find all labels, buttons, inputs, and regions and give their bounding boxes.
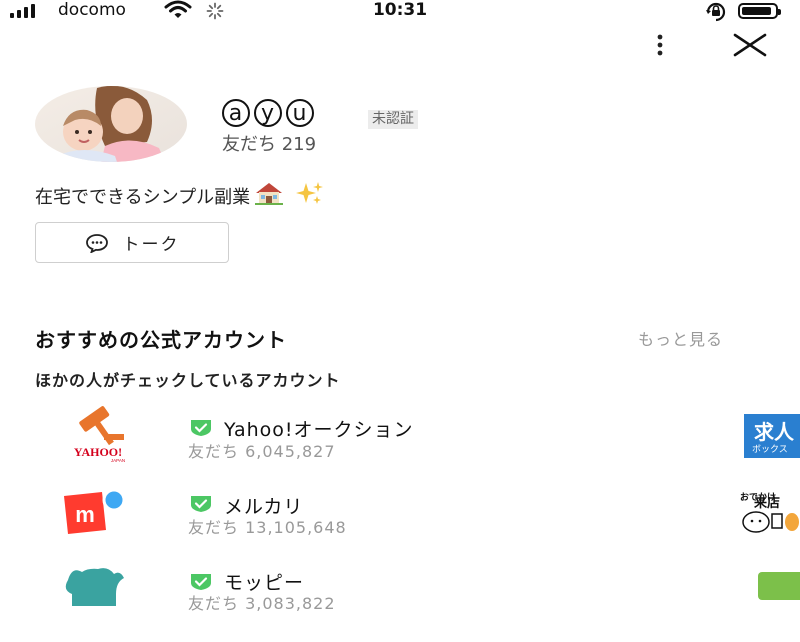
account-friends-count: 友だち 3,083,822 xyxy=(188,594,336,613)
svg-text:YAHOO!: YAHOO! xyxy=(74,445,122,459)
close-icon xyxy=(733,33,767,57)
more-options-button[interactable] xyxy=(648,32,672,58)
account-friends-count: 友だち 13,105,648 xyxy=(188,518,347,537)
side-card-logo-icon xyxy=(758,572,800,600)
clock: 10:31 xyxy=(372,0,428,20)
status-message: 在宅でできるシンプル副業 xyxy=(35,181,324,210)
account-item-moppy[interactable]: モッピー 友だち 3,083,822 xyxy=(0,566,720,642)
mercari-logo-icon: m xyxy=(58,486,138,556)
section-subtitle: ほかの人がチェックしているアカウント xyxy=(35,371,341,390)
profile-name: ayu xyxy=(222,97,318,127)
yahoo-auction-logo-icon: YAHOO! JAPAN xyxy=(58,404,138,474)
svg-text:JAPAN: JAPAN xyxy=(111,458,125,463)
rotation-lock-icon xyxy=(704,2,728,27)
moppy-logo-icon xyxy=(58,566,138,636)
unverified-badge: 未認証 xyxy=(368,110,418,129)
side-card-label: 求人 xyxy=(754,420,794,444)
section-title: おすすめの公式アカウント xyxy=(35,328,287,352)
friends-count[interactable]: 友だち 219 xyxy=(222,130,316,156)
battery-icon xyxy=(738,3,781,19)
account-friends-count: 友だち 6,045,827 xyxy=(188,442,336,461)
account-item-yahoo-auction[interactable]: YAHOO! JAPAN Yahoo!オークション 友だち 6,045,827 xyxy=(0,404,720,480)
status-bar: docomo 10:31 xyxy=(0,0,800,24)
job-box-logo-icon: 求人 ボックス xyxy=(744,414,800,458)
status-message-text: 在宅でできるシンプル副業 xyxy=(35,186,251,208)
svg-text:m: m xyxy=(75,502,95,527)
chat-bubble-icon xyxy=(85,233,108,253)
talk-button[interactable]: トーク xyxy=(35,222,229,263)
verified-badge-icon xyxy=(190,495,212,512)
mascot-icon xyxy=(742,511,799,533)
verified-badge-icon xyxy=(190,419,212,436)
side-card-sub: ボックス xyxy=(752,445,788,455)
name-letter: a xyxy=(222,99,250,127)
sparkles-icon xyxy=(294,181,324,210)
side-card-visit[interactable]: おでかけ 来店 xyxy=(740,490,800,534)
name-letter: u xyxy=(286,99,314,127)
side-card-partial[interactable] xyxy=(740,570,800,600)
see-more-link[interactable]: もっと見る xyxy=(638,326,723,350)
side-card-job-box[interactable]: 求人 ボックス xyxy=(740,414,800,458)
name-letter: y xyxy=(254,99,282,127)
talk-button-label: トーク xyxy=(122,235,180,255)
verified-badge-icon xyxy=(190,573,212,590)
close-button[interactable] xyxy=(730,30,770,60)
account-item-mercari[interactable]: m メルカリ 友だち 13,105,648 xyxy=(0,486,720,562)
more-vertical-icon xyxy=(657,34,663,56)
house-icon xyxy=(254,181,284,210)
profile-avatar[interactable] xyxy=(35,86,187,162)
